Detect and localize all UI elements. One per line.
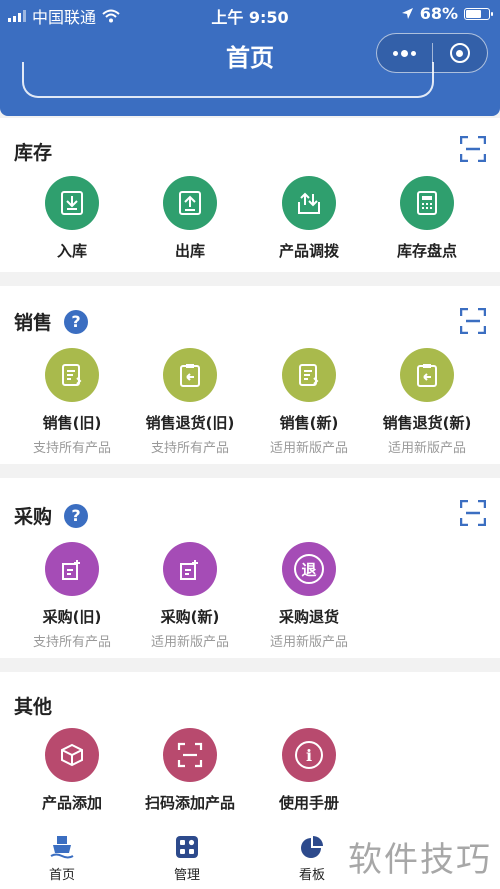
item-sublabel: 支持所有产品: [150, 441, 229, 456]
scan-add-icon: [163, 728, 217, 782]
location-arrow-icon: [401, 8, 413, 19]
tab-manage[interactable]: 管理: [147, 834, 227, 883]
header-bar: 中国联通 上午 9:50 68% 首页: [0, 0, 500, 116]
item-sublabel: 适用新版产品: [150, 635, 229, 650]
sales-section: 销售 ? 销售(旧) 支持所有产品 销售退货(旧) 支持所有产品 销售(新) 适…: [0, 286, 500, 464]
ship-icon: [50, 836, 74, 859]
sales-return-new-icon: [400, 348, 454, 402]
item-label: 产品添加: [41, 794, 102, 812]
stocktake-button[interactable]: 库存盘点: [368, 176, 486, 261]
scan-icon[interactable]: [460, 500, 486, 526]
item-label: 产品调拨: [278, 242, 339, 260]
tab-dashboard[interactable]: 看板: [272, 834, 352, 883]
tab-home[interactable]: 首页: [22, 834, 102, 883]
item-label: 采购退货: [278, 608, 339, 626]
tab-label: 管理: [173, 868, 200, 883]
purchase-section: 采购 ? 采购(旧) 支持所有产品 采购(新) 适用新版产品 退 采购退货 适用…: [0, 478, 500, 658]
help-icon[interactable]: ?: [64, 309, 89, 334]
more-menu-button[interactable]: [377, 49, 432, 57]
purchase-new-icon: [163, 542, 217, 596]
item-label: 采购(旧): [42, 608, 102, 626]
item-sublabel: 适用新版产品: [269, 441, 348, 456]
purchase-old-button[interactable]: 采购(旧) 支持所有产品: [13, 542, 131, 650]
other-title: 其他: [14, 696, 53, 718]
transfer-button[interactable]: 产品调拨: [250, 176, 368, 261]
section-title: 其他: [14, 692, 52, 719]
watermark: 软件技巧: [348, 840, 492, 880]
search-box[interactable]: [22, 62, 434, 98]
close-button[interactable]: [433, 43, 488, 63]
transfer-icon: [282, 176, 336, 230]
sales-return-old-icon: [163, 348, 217, 402]
purchase-old-icon: [45, 542, 99, 596]
purchase-title: 采购: [14, 506, 53, 528]
scan-add-product-button[interactable]: 扫码添加产品: [131, 728, 249, 813]
item-label: 销售(新): [279, 414, 339, 432]
inbound-button[interactable]: 入库: [13, 176, 131, 261]
inbound-icon: [45, 176, 99, 230]
box-icon: [45, 728, 99, 782]
section-title: 库存: [14, 138, 52, 165]
item-sublabel: 支持所有产品: [32, 635, 111, 650]
sales-title: 销售: [14, 312, 53, 334]
manual-button[interactable]: i 使用手册: [250, 728, 368, 813]
item-label: 销售(旧): [42, 414, 102, 432]
item-sublabel: 适用新版产品: [387, 441, 466, 456]
item-sublabel: 适用新版产品: [269, 635, 348, 650]
scan-icon[interactable]: [460, 136, 486, 162]
item-label: 采购(新): [160, 608, 220, 626]
item-label: 使用手册: [278, 794, 339, 812]
outbound-button[interactable]: 出库: [131, 176, 249, 261]
sales-return-old-button[interactable]: 销售退货(旧) 支持所有产品: [131, 348, 249, 456]
section-title: 销售 ?: [14, 308, 89, 335]
sales-old-button[interactable]: 销售(旧) 支持所有产品: [13, 348, 131, 456]
stocktake-icon: [400, 176, 454, 230]
section-title: 采购 ?: [14, 502, 89, 529]
add-product-button[interactable]: 产品添加: [13, 728, 131, 813]
return-glyph: 退: [294, 554, 324, 584]
tab-label: 首页: [48, 868, 75, 883]
inventory-title: 库存: [14, 142, 53, 164]
target-icon: [449, 43, 470, 63]
info-icon: i: [282, 728, 336, 782]
sales-old-icon: [45, 348, 99, 402]
item-label: 扫码添加产品: [144, 794, 235, 812]
battery-percent: 68%: [419, 4, 458, 23]
sales-new-button[interactable]: 销售(新) 适用新版产品: [250, 348, 368, 456]
help-icon[interactable]: ?: [64, 503, 89, 528]
purchase-return-button[interactable]: 退 采购退货 适用新版产品: [250, 542, 368, 650]
item-label: 入库: [56, 242, 87, 260]
sales-return-new-button[interactable]: 销售退货(新) 适用新版产品: [368, 348, 486, 456]
outbound-icon: [163, 176, 217, 230]
inventory-section: 库存 入库 出库 产品调拨 库存盘点: [0, 118, 500, 272]
item-label: 库存盘点: [396, 242, 457, 260]
scan-icon[interactable]: [460, 308, 486, 334]
purchase-new-button[interactable]: 采购(新) 适用新版产品: [131, 542, 249, 650]
grid-icon: [176, 836, 198, 858]
sales-new-icon: [282, 348, 336, 402]
battery-icon: [464, 7, 493, 20]
info-glyph: i: [295, 741, 323, 769]
pie-chart-icon: [301, 836, 323, 858]
item-label: 出库: [174, 242, 205, 260]
purchase-return-icon: 退: [282, 542, 336, 596]
other-section: 其他 产品添加 扫码添加产品 i 使用手册: [0, 672, 500, 826]
status-bar: 中国联通 上午 9:50 68%: [0, 0, 500, 28]
item-sublabel: 支持所有产品: [32, 441, 111, 456]
item-label: 销售退货(旧): [145, 414, 235, 432]
item-label: 销售退货(新): [382, 414, 472, 432]
tab-label: 看板: [298, 868, 325, 883]
